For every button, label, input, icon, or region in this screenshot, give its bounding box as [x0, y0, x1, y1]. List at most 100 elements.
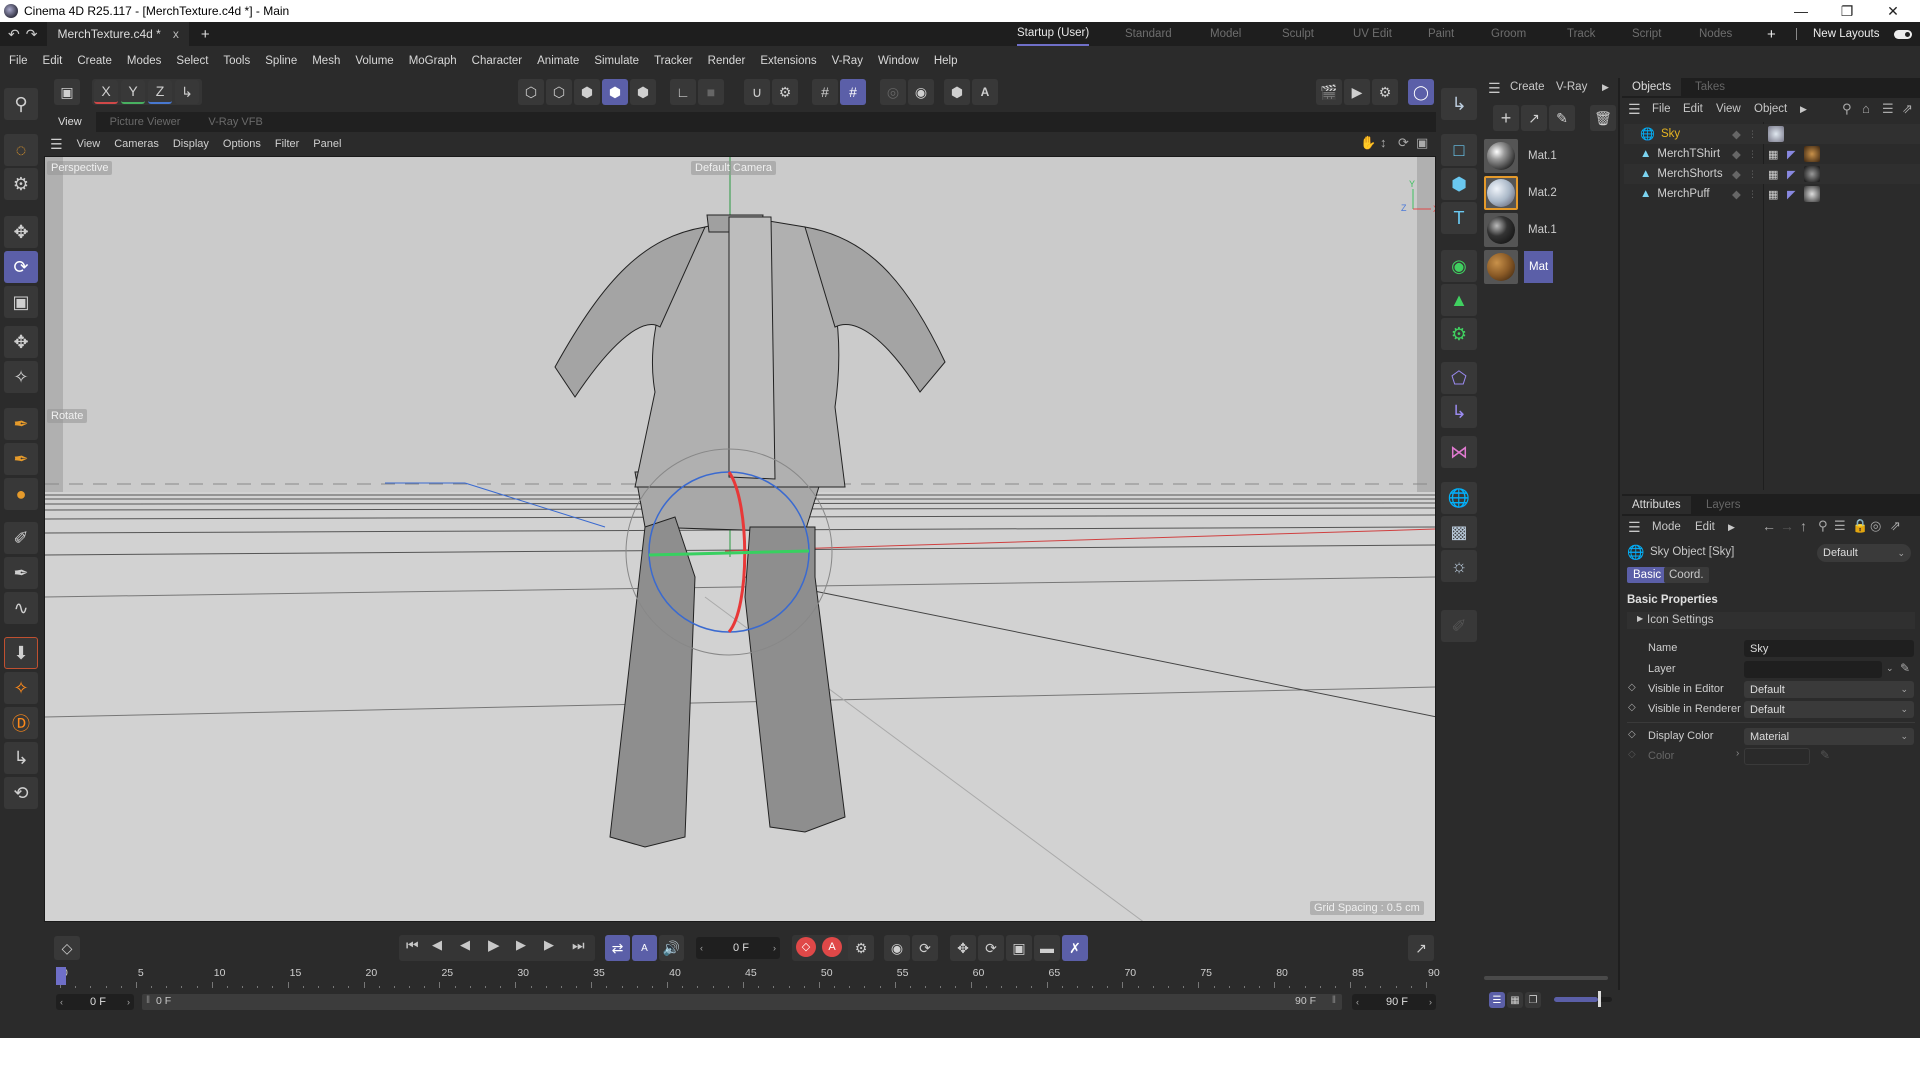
- visibility-dots-icon[interactable]: ⋮: [1748, 149, 1757, 160]
- cloner-icon[interactable]: ▲: [1441, 284, 1477, 316]
- sound-icon[interactable]: 🔊: [659, 935, 684, 961]
- preset-dropdown[interactable]: Default ⌄: [1817, 544, 1911, 562]
- up-arrow-icon[interactable]: ↑: [1800, 518, 1807, 534]
- pop-out-icon[interactable]: ⇗: [1890, 518, 1901, 534]
- menu-file[interactable]: File: [9, 55, 28, 67]
- layers-view-icon[interactable]: ❐: [1525, 992, 1541, 1008]
- coordinate-system-icon[interactable]: ↳: [175, 80, 199, 104]
- search-icon[interactable]: ⚲: [4, 88, 38, 120]
- parameter-key-icon[interactable]: ▬: [1034, 935, 1060, 961]
- layout-tab-groom[interactable]: Groom: [1491, 22, 1526, 46]
- display-color-dropdown[interactable]: Material ⌄: [1744, 728, 1914, 745]
- menu-modes[interactable]: Modes: [127, 55, 162, 67]
- camera-projection-label[interactable]: Perspective: [47, 161, 113, 175]
- axis-mode-icon[interactable]: ∟: [670, 79, 696, 105]
- hamburger-icon[interactable]: ☰: [50, 136, 63, 153]
- dolly-view-icon[interactable]: ↕: [1380, 135, 1387, 150]
- material-scrollbar[interactable]: [1484, 976, 1608, 980]
- increment-icon[interactable]: ›: [773, 943, 776, 953]
- brush-icon[interactable]: ✐: [4, 522, 38, 554]
- display-icon[interactable]: ⬢: [944, 79, 970, 105]
- layer-icon[interactable]: ◆: [1732, 167, 1741, 181]
- tab-picture-viewer[interactable]: Picture Viewer: [96, 112, 195, 132]
- start-frame-field[interactable]: ‹ 0 F ›: [56, 994, 134, 1010]
- timeline-ruler[interactable]: 051015202530354045505560657075808590: [0, 964, 1440, 994]
- tweak-mode-icon[interactable]: ■: [698, 79, 724, 105]
- add-layout-button[interactable]: +: [1767, 22, 1776, 46]
- phong-tag-icon[interactable]: ▦: [1768, 188, 1778, 201]
- polygon-mode-icon[interactable]: ⬢: [602, 79, 628, 105]
- objects-menu-edit[interactable]: Edit: [1683, 103, 1703, 115]
- filter-icon[interactable]: ☰: [1882, 101, 1894, 117]
- render-settings-icon[interactable]: ⚙: [1372, 79, 1398, 105]
- add-material-icon[interactable]: +: [1493, 105, 1519, 131]
- cube-icon[interactable]: ⬢: [1441, 168, 1477, 200]
- viewport-menu-display[interactable]: Display: [173, 138, 209, 150]
- spline-pen-icon[interactable]: ✒: [4, 408, 38, 440]
- camera-icon[interactable]: ▩: [1441, 516, 1477, 548]
- menu-tools[interactable]: Tools: [223, 55, 250, 67]
- deformer-bend-icon[interactable]: ⬠: [1441, 362, 1477, 394]
- phong-tag-icon[interactable]: ▦: [1768, 168, 1778, 181]
- objects-menu-view[interactable]: View: [1716, 103, 1741, 115]
- visible-in-editor-dropdown[interactable]: Default ⌄: [1744, 681, 1914, 698]
- grid-icon[interactable]: #: [812, 79, 838, 105]
- menu-animate[interactable]: Animate: [537, 55, 579, 67]
- end-frame-field[interactable]: ‹ 90 F ›: [1352, 994, 1436, 1010]
- objects-hamburger-icon[interactable]: ☰: [1628, 101, 1641, 118]
- viewport-menu-options[interactable]: Options: [223, 138, 261, 150]
- transfer-icon[interactable]: ✥: [4, 326, 38, 358]
- light-icon[interactable]: ☼: [1441, 550, 1477, 582]
- menu-edit[interactable]: Edit: [43, 55, 63, 67]
- selection-filter-icon[interactable]: ⚙: [4, 168, 38, 200]
- default-camera-label[interactable]: Default Camera: [691, 161, 777, 175]
- material-item[interactable]: Mat: [1484, 249, 1624, 285]
- preview-range-bar[interactable]: ‖ 0 F 90 F ‖: [142, 994, 1342, 1010]
- add-tab-button[interactable]: +: [201, 26, 210, 43]
- reset-axis-icon[interactable]: ↳: [4, 742, 38, 774]
- live-selection-icon[interactable]: ◌: [4, 134, 38, 166]
- menu-mesh[interactable]: Mesh: [312, 55, 340, 67]
- edge-mode-icon[interactable]: ⬢: [574, 79, 600, 105]
- uvw-tag-icon[interactable]: ◤: [1787, 148, 1795, 161]
- viewport-menu-view[interactable]: View: [77, 138, 101, 150]
- position-key-icon[interactable]: ✥: [950, 935, 976, 961]
- layout-tab-nodes[interactable]: Nodes: [1699, 22, 1732, 46]
- text-spline-icon[interactable]: T: [1441, 202, 1477, 234]
- uv-mode-icon[interactable]: ⬢: [630, 79, 656, 105]
- pen-icon[interactable]: ✒: [4, 557, 38, 589]
- loop-icon[interactable]: ⇄: [605, 935, 630, 961]
- undo-icon[interactable]: ↶: [8, 26, 20, 43]
- maximize-view-icon[interactable]: ▣: [1416, 135, 1428, 151]
- go-to-end-icon[interactable]: ⏭: [572, 937, 585, 954]
- play-icon[interactable]: ▶: [488, 936, 500, 954]
- playhead[interactable]: [56, 967, 66, 985]
- keyframe-diamond-icon[interactable]: ◇: [1628, 682, 1636, 693]
- render-picture-viewer-icon[interactable]: ▶: [1344, 79, 1370, 105]
- spline-sketch-icon[interactable]: ✒: [4, 443, 38, 475]
- tab-coord[interactable]: Coord.: [1664, 567, 1709, 583]
- scale-key-icon[interactable]: ▣: [1006, 935, 1032, 961]
- rotate-view-icon[interactable]: ⟳: [1398, 135, 1409, 151]
- align-to-center-icon[interactable]: ✧: [4, 672, 38, 704]
- layout-tab-sculpt[interactable]: Sculpt: [1282, 22, 1314, 46]
- spline-rectangle-icon[interactable]: □: [1441, 134, 1477, 166]
- move-icon[interactable]: ✥: [4, 216, 38, 248]
- name-field[interactable]: Sky: [1744, 640, 1914, 657]
- axis-rotate-icon[interactable]: ⟲: [4, 777, 38, 809]
- locked-workplane-icon[interactable]: #: [840, 79, 866, 105]
- snap-settings-icon[interactable]: ⚙: [772, 79, 798, 105]
- range-handle-icon[interactable]: ‖: [146, 995, 150, 1006]
- material-item[interactable]: Mat.2: [1484, 175, 1624, 211]
- lock-icon[interactable]: 🔒: [1852, 518, 1868, 534]
- layout-tab-startup[interactable]: Startup (User): [1017, 22, 1090, 46]
- generator-icon[interactable]: ⚙: [1441, 318, 1477, 350]
- keyframe-icon[interactable]: ◇: [54, 936, 80, 960]
- material-tag[interactable]: [1804, 146, 1820, 162]
- minimize-button[interactable]: —: [1778, 0, 1824, 22]
- increment-icon[interactable]: ›: [127, 997, 130, 1007]
- menu-window[interactable]: Window: [878, 55, 919, 67]
- slider-handle[interactable]: [1597, 991, 1601, 1007]
- autokey-timeline-icon[interactable]: A: [632, 935, 657, 961]
- previous-key-icon[interactable]: ◀: [432, 937, 442, 953]
